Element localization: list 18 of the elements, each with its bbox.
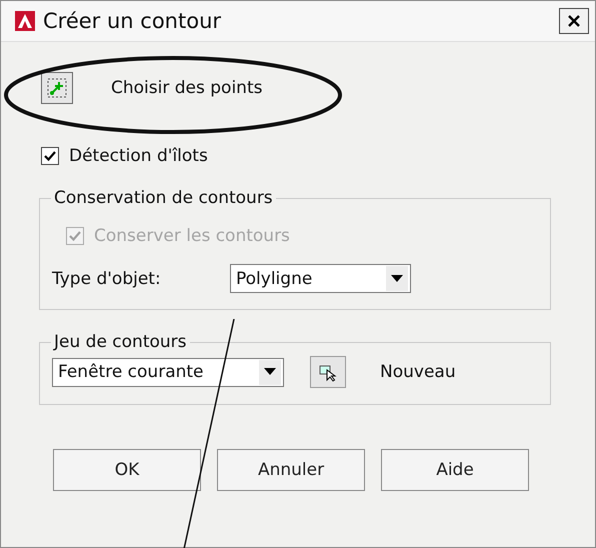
checkbox-label: Détection d'îlots	[69, 146, 208, 166]
checkbox-label: Conserver les contours	[94, 226, 290, 246]
close-icon[interactable]	[568, 15, 580, 27]
new-selection-button[interactable]	[310, 356, 346, 388]
new-label: Nouveau	[380, 362, 456, 382]
dropdown[interactable]: Polyligne	[230, 264, 411, 293]
group-title: Jeu de contours	[52, 332, 188, 352]
field-label: Type d'objet:	[52, 268, 162, 288]
dialog-button[interactable]: Annuler	[217, 449, 365, 491]
app-logo-icon	[15, 11, 35, 31]
dialog-button[interactable]: OK	[53, 449, 201, 491]
dialog-button[interactable]: Aide	[381, 449, 529, 491]
group-title: Conservation de contours	[53, 188, 274, 208]
checkbox[interactable]	[41, 147, 59, 165]
dropdown[interactable]: Fenêtre courante	[52, 358, 284, 386]
window-title: Créer un contour	[43, 9, 222, 33]
close-button[interactable]	[559, 8, 589, 34]
pick-points-label[interactable]: Choisir des points	[111, 78, 262, 98]
